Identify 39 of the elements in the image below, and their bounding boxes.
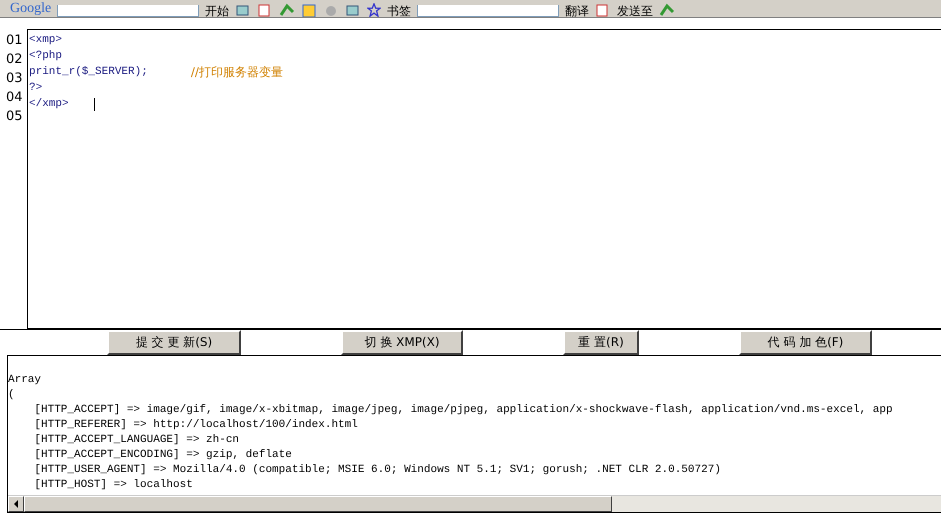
toolbar-button[interactable]: 翻译 <box>565 5 590 17</box>
bookmarks-button[interactable]: 书签 <box>387 5 412 17</box>
toolbar-icon[interactable] <box>301 3 318 17</box>
output-line: ( <box>8 388 16 403</box>
horizontal-scrollbar[interactable] <box>8 495 941 512</box>
output-line: [HTTP_REFERER] => http://localhost/100/index.html <box>33 418 359 433</box>
output-line: [HTTP_HOST] => localhost <box>33 478 194 493</box>
code-editor[interactable]: <xmp> <?php print_r($_SERVER); //打印服务器变量 ?> </xmp> <box>27 29 941 329</box>
scrollbar-thumb[interactable] <box>24 496 612 512</box>
line-number: 04 <box>5 89 24 107</box>
line-number: 02 <box>5 51 24 69</box>
action-button[interactable]: 切 换 XMP(X) <box>341 330 463 355</box>
code-text: <xmp> <box>29 33 62 48</box>
action-button[interactable]: 代 码 加 色(F) <box>739 330 872 355</box>
code-comment: //打印服务器变量 <box>190 64 283 80</box>
output-line: [HTTP_ACCEPT_LANGUAGE] => zh-cn <box>33 433 240 448</box>
output-line: [HTTP_USER_AGENT] => Mozilla/4.0 (compatible; MSIE 6.0; Windows NT 5.1; SV1; gorush; .NET CLR 2.0.50727) <box>33 463 722 478</box>
toolbar-dropdown[interactable] <box>57 5 200 17</box>
action-button[interactable]: 重 置(R) <box>563 330 639 355</box>
toolbar-icon[interactable] <box>345 3 362 17</box>
code-text: print_r($_SERVER); <box>29 65 148 80</box>
toolbar-dropdown[interactable] <box>417 5 560 17</box>
output-line: [HTTP_ACCEPT_ENCODING] => gzip, deflate <box>33 448 293 463</box>
code-text: ?> <box>29 81 42 96</box>
output-line: [HTTP_ACCEPT] => image/gif, image/x-xbitmap, image/jpeg, image/pjpeg, application/x-shockwave-flash, application/vnd.ms-excel, app <box>33 403 894 418</box>
code-text: </xmp> <box>29 97 69 112</box>
code-text: <?php <box>29 49 62 64</box>
line-number: 03 <box>5 70 24 88</box>
google-logo: Google <box>10 1 52 17</box>
scroll-left-icon[interactable] <box>8 496 24 512</box>
output-line: Array <box>8 373 42 388</box>
toolbar-button[interactable]: 发送至 <box>617 5 654 17</box>
action-button[interactable]: 提 交 更 新(S) <box>107 330 241 355</box>
line-number: 05 <box>5 108 24 126</box>
toolbar-icon[interactable] <box>235 3 252 17</box>
text-cursor <box>94 98 95 110</box>
toolbar-button[interactable]: 开始 <box>205 5 230 17</box>
star-icon[interactable] <box>367 3 382 17</box>
line-number: 01 <box>5 32 24 50</box>
